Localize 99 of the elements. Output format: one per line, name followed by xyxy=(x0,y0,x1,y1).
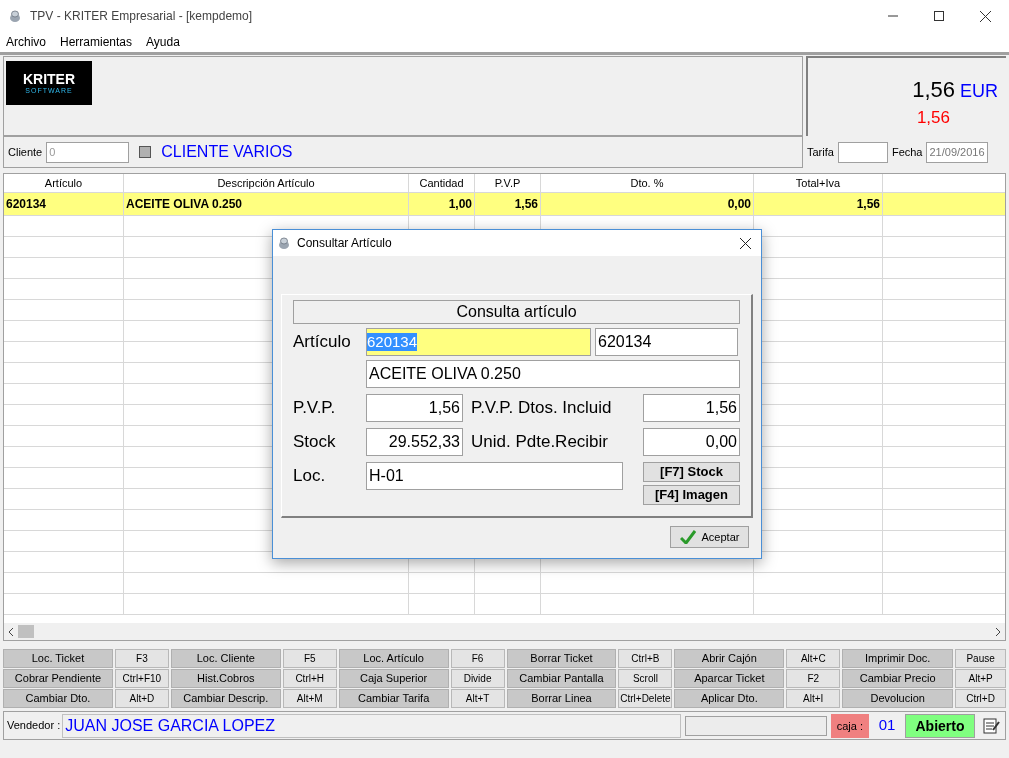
shortcut-key: Ctrl+D xyxy=(955,689,1007,708)
menu-item[interactable]: Ayuda xyxy=(146,33,180,51)
maximize-icon[interactable] xyxy=(934,11,944,21)
close-icon[interactable] xyxy=(740,237,751,249)
client-name: CLIENTE VARIOS xyxy=(161,142,293,162)
shortcut-key: Ctrl+B xyxy=(618,649,673,668)
tarifa-label: Tarifa xyxy=(807,144,834,160)
table-row[interactable]: 620134 ACEITE OLIVA 0.250 1,00 1,56 0,00 1,56 xyxy=(4,193,1005,216)
image-button[interactable]: [F4] Imagen xyxy=(643,485,740,505)
pvp-label: P.V.P. xyxy=(293,397,337,420)
function-button[interactable]: Borrar Linea xyxy=(506,689,617,708)
function-button[interactable]: Caja Superior xyxy=(338,669,449,688)
checkmark-icon xyxy=(679,530,696,544)
table-cell: 0,00 xyxy=(541,193,754,215)
close-icon[interactable] xyxy=(980,10,991,22)
articulo-label: Artículo xyxy=(293,331,352,354)
app-icon xyxy=(277,236,291,250)
table-cell: ACEITE OLIVA 0.250 xyxy=(124,193,409,215)
dialog-heading: Consulta artículo xyxy=(293,300,740,324)
table-cell: 620134 xyxy=(4,193,124,215)
window-title: TPV - KRITER Empresarial - [kempdemo] xyxy=(30,8,253,25)
function-button[interactable]: Loc. Cliente xyxy=(170,649,281,668)
function-button[interactable]: Abrir Cajón xyxy=(674,649,785,668)
shortcut-key: Alt+P xyxy=(955,669,1007,688)
function-button[interactable]: Cambiar Precio xyxy=(842,669,954,688)
function-button[interactable]: Cambiar Pantalla xyxy=(506,669,617,688)
function-button[interactable]: Loc. Artículo xyxy=(338,649,449,668)
pvp-dtos-field[interactable]: 1,56 xyxy=(643,394,740,422)
function-button[interactable]: Cambiar Descrip. xyxy=(170,689,281,708)
stock-label: Stock xyxy=(293,431,337,454)
column-header: P.V.P xyxy=(475,174,541,192)
function-button[interactable]: Hist.Cobros xyxy=(170,669,281,688)
function-button[interactable]: Borrar Ticket xyxy=(506,649,617,668)
shortcut-key: Alt+D xyxy=(114,689,169,708)
fecha-field[interactable]: 21/09/2016 xyxy=(926,141,988,163)
description-field[interactable]: ACEITE OLIVA 0.250 xyxy=(366,360,740,388)
function-button[interactable]: Cambiar Tarifa xyxy=(338,689,449,708)
table-cell: 1,56 xyxy=(754,193,883,215)
vendedor-label: Vendedor : xyxy=(7,718,61,734)
scrollbar-thumb[interactable] xyxy=(18,625,34,638)
function-button[interactable]: Devolucion xyxy=(842,689,954,708)
notepad-icon[interactable] xyxy=(981,715,1001,736)
column-header: Cantidad xyxy=(409,174,475,192)
shortcut-key: Ctrl+Delete xyxy=(618,689,673,708)
accept-button[interactable]: Aceptar xyxy=(670,526,749,548)
shortcut-key: F5 xyxy=(282,649,337,668)
logo-text: KRITER xyxy=(22,71,76,87)
column-header: Artículo xyxy=(4,174,124,192)
function-button[interactable]: Imprimir Doc. xyxy=(842,649,954,668)
pvp-field[interactable]: 1,56 xyxy=(366,394,463,422)
column-header: Dto. % xyxy=(541,174,754,192)
pvp-dtos-label: P.V.P. Dtos. Incluid xyxy=(470,397,613,420)
stock-button[interactable]: [F7] Stock xyxy=(643,462,740,482)
shortcut-key: Divide xyxy=(450,669,505,688)
function-button[interactable]: Cobrar Pendiente xyxy=(3,669,113,688)
client-checkbox[interactable] xyxy=(139,146,152,158)
dialog-title: Consultar Artículo xyxy=(297,235,392,252)
status-indicator: Abierto xyxy=(905,713,975,738)
shortcut-key: Scroll xyxy=(618,669,673,688)
column-header: Descripción Artículo xyxy=(124,174,409,192)
fecha-label: Fecha xyxy=(891,144,923,160)
shortcut-key: Ctrl+H xyxy=(282,669,337,688)
pending-units-label: Unid. Pdte.Recibir xyxy=(470,431,609,454)
app-icon xyxy=(8,9,22,23)
secondary-total: 1,56 xyxy=(916,107,950,129)
caja-label: caja : xyxy=(830,713,869,738)
function-button[interactable]: Cambiar Dto. xyxy=(3,689,113,708)
scroll-left-icon[interactable] xyxy=(8,627,14,636)
column-header: Total+Iva xyxy=(754,174,883,192)
function-button[interactable]: Aparcar Ticket xyxy=(674,669,785,688)
pending-units-field[interactable]: 0,00 xyxy=(643,428,740,456)
vendedor-field: JUAN JOSE GARCIA LOPEZ xyxy=(62,713,681,738)
stock-field[interactable]: 29.552,33 xyxy=(366,428,463,456)
shortcut-key: F2 xyxy=(786,669,841,688)
tarifa-field[interactable] xyxy=(837,141,888,163)
shortcut-key: Alt+M xyxy=(282,689,337,708)
shortcut-key: Ctrl+F10 xyxy=(114,669,169,688)
currency-label: EUR xyxy=(960,80,998,103)
table-cell: 1,56 xyxy=(475,193,541,215)
shortcut-key: Alt+T xyxy=(450,689,505,708)
function-button[interactable]: Aplicar Dto. xyxy=(674,689,785,708)
articulo-value: 620134 xyxy=(367,333,418,351)
shortcut-key: Pause xyxy=(955,649,1007,668)
articulo-code-field[interactable]: 620134 xyxy=(595,328,738,356)
loc-field[interactable]: H-01 xyxy=(366,462,623,490)
function-button[interactable]: Loc. Ticket xyxy=(3,649,113,668)
shortcut-key: Alt+C xyxy=(786,649,841,668)
total-amount: 1,56 xyxy=(912,78,955,102)
menu-item[interactable]: Herramientas xyxy=(60,33,133,51)
shortcut-key: F6 xyxy=(450,649,505,668)
caja-number: 01 xyxy=(877,715,897,736)
table-cell: 1,00 xyxy=(409,193,475,215)
shortcut-key: Alt+I xyxy=(786,689,841,708)
shortcut-key: F3 xyxy=(114,649,169,668)
client-label: Cliente xyxy=(8,144,43,160)
scroll-right-icon[interactable] xyxy=(995,627,1001,636)
loc-label: Loc. xyxy=(293,465,327,487)
horizontal-scrollbar[interactable] xyxy=(4,623,1005,640)
menu-item[interactable]: Archivo xyxy=(6,33,46,51)
